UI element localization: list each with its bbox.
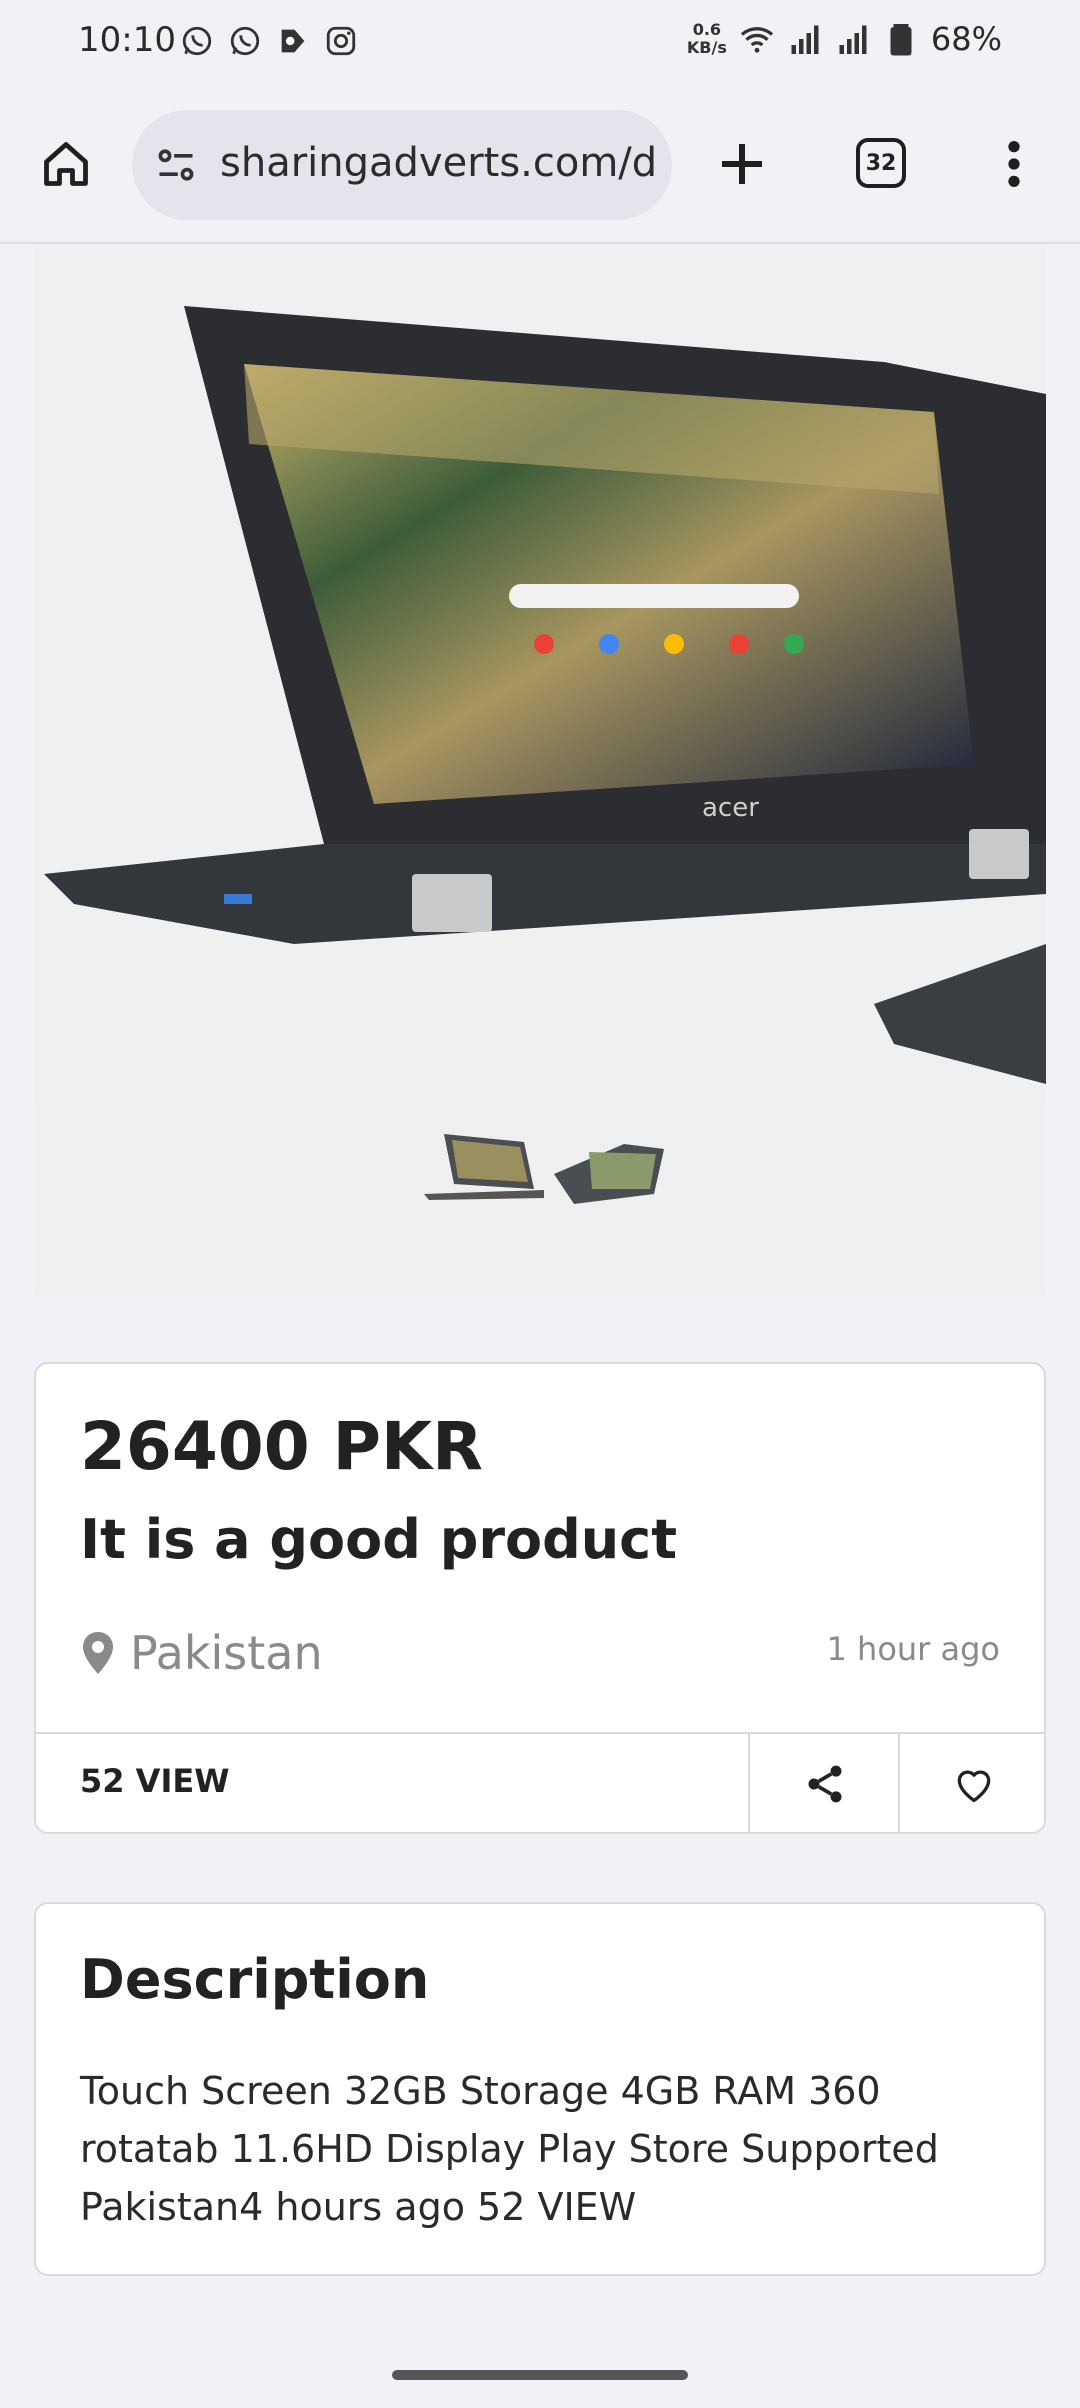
share-button[interactable] <box>748 1734 900 1834</box>
wifi-icon <box>740 27 773 53</box>
network-speed: 0.6 KB/s <box>687 21 727 57</box>
favorite-button[interactable] <box>898 1734 1048 1834</box>
thumbnail-1[interactable] <box>424 1134 544 1200</box>
location: Pakistan <box>80 1626 323 1680</box>
instagram-icon <box>326 26 356 56</box>
battery-icon <box>890 24 912 56</box>
network-speed-unit: KB/s <box>686 38 727 57</box>
home-icon <box>44 142 88 186</box>
gesture-home-indicator[interactable] <box>392 2370 688 2380</box>
browser-toolbar: sharingadverts.com/d 32 <box>0 100 1080 244</box>
whatsapp-icon <box>230 26 260 56</box>
battery-percent: 68% <box>930 20 1002 58</box>
description-text: Touch Screen 32GB Storage 4GB RAM 360 ro… <box>80 2069 939 2229</box>
thumbnail-strip[interactable] <box>424 1094 684 1214</box>
home-button[interactable] <box>36 134 96 194</box>
listing-title: It is a good product <box>80 1508 678 1571</box>
thumbnail-2[interactable] <box>554 1144 664 1204</box>
status-bar: 10:10 0.6 KB/s 68% <box>0 0 1080 90</box>
listing-summary-card: 26400 PKR It is a good product Pakistan … <box>34 1362 1046 1834</box>
share-icon <box>808 1765 842 1803</box>
overflow-menu-button[interactable] <box>990 134 1038 194</box>
heart-icon <box>957 1770 991 1803</box>
plus-icon <box>722 144 762 184</box>
notification-icons <box>180 24 358 58</box>
posted-time: 1 hour ago <box>826 1630 1001 1668</box>
product-photo[interactable]: acer <box>34 244 1046 1104</box>
view-count: 52 VIEW <box>80 1762 230 1800</box>
address-bar[interactable]: sharingadverts.com/d <box>132 110 672 220</box>
status-right: 0.6 KB/s 68% <box>687 20 1002 58</box>
description-card: Description Touch Screen 32GB Storage 4G… <box>34 1902 1046 2276</box>
tab-switcher-button[interactable]: 32 <box>856 138 906 188</box>
network-speed-value: 0.6 <box>692 20 722 39</box>
url-text[interactable]: sharingadverts.com/d <box>220 140 660 186</box>
play-games-icon <box>281 29 305 53</box>
description-heading: Description <box>80 1948 430 2011</box>
location-text: Pakistan <box>130 1626 323 1680</box>
more-vert-icon <box>1008 141 1020 187</box>
location-pin-icon <box>83 1632 113 1674</box>
status-time: 10:10 <box>78 20 176 60</box>
new-tab-button[interactable] <box>712 134 772 194</box>
signal-icon <box>839 25 867 54</box>
product-image-gallery[interactable]: acer <box>34 244 1046 1294</box>
signal-icon <box>791 25 819 54</box>
site-settings-icon[interactable] <box>154 143 198 187</box>
whatsapp-icon <box>182 26 212 56</box>
price: 26400 PKR <box>80 1408 483 1485</box>
laptop-brand-logo: acer <box>702 793 759 823</box>
